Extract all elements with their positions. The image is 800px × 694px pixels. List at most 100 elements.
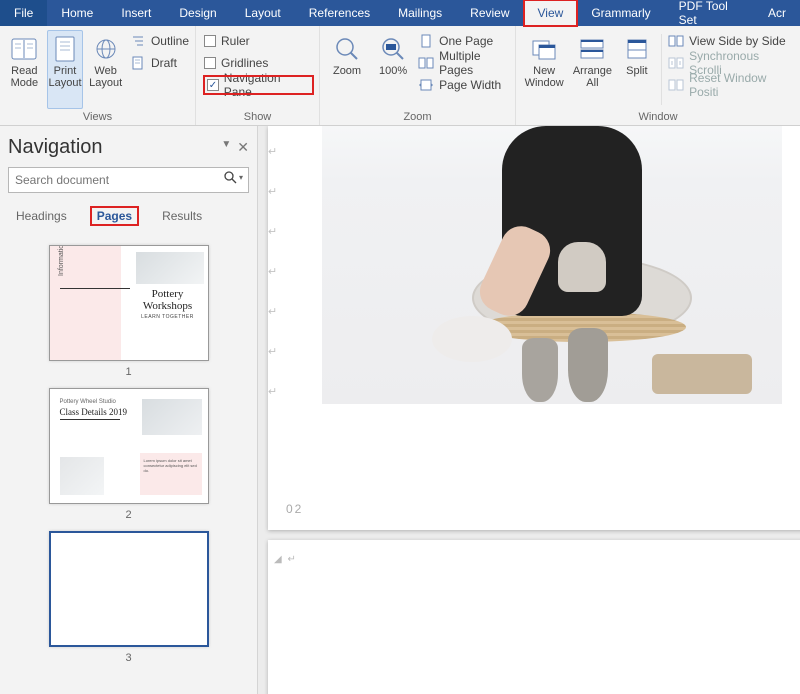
thumb1-title: Pottery Workshops [136,288,200,312]
outline-label: Outline [151,34,189,48]
ribbon: Read Mode Print Layout Web Layout [0,26,800,126]
thumb2-heading: Class Details 2019 [60,407,128,417]
thumb3-number: 3 [49,652,209,664]
thumbnail-page-2[interactable]: Pottery Wheel Studio Class Details 2019 … [49,388,209,521]
tab-review[interactable]: Review [456,0,523,26]
thumb1-number: 1 [49,366,209,378]
tab-grammarly[interactable]: Grammarly [577,0,664,26]
reset-window-position-button[interactable]: Reset Window Positi [668,76,794,94]
tab-home[interactable]: Home [47,0,107,26]
arrange-all-icon [578,35,606,63]
split-icon [623,35,651,63]
tab-design[interactable]: Design [165,0,230,26]
checkbox-icon [204,35,216,47]
document-page-1-lower: ↵↵↵↵↵↵↵ 02 [268,126,800,530]
paragraph-marks: ↵↵↵↵↵↵↵ [268,132,278,412]
multiple-pages-label: Multiple Pages [439,49,509,77]
tab-references[interactable]: References [295,0,384,26]
read-mode-button[interactable]: Read Mode [6,30,43,109]
zoom-label: Zoom [333,65,361,77]
group-show-label: Show [202,109,313,125]
tab-insert[interactable]: Insert [107,0,165,26]
outline-icon [130,34,146,48]
nav-tab-headings[interactable]: Headings [10,207,73,225]
group-show: Ruler Gridlines Navigation Pane Show [196,26,320,125]
print-layout-icon [51,35,79,63]
group-views-label: Views [6,109,189,125]
thumb1-info-label: Information [58,245,65,276]
print-layout-button[interactable]: Print Layout [47,30,84,109]
arrange-all-label: Arrange All [573,65,612,89]
thumb1-photo-placeholder [136,252,204,284]
read-mode-label: Read Mode [11,65,39,89]
page-width-button[interactable]: Page Width [418,76,509,94]
close-icon[interactable]: ✕ [237,139,249,156]
draft-label: Draft [151,56,177,70]
tab-layout[interactable]: Layout [231,0,295,26]
nav-tabs: Headings Pages Results [8,201,249,235]
page-number: 02 [286,502,303,516]
thumb2-body-text: Lorem ipsum dolor sit amet consectetur a… [144,458,198,473]
view-side-by-side-button[interactable]: View Side by Side [668,32,794,50]
thumbnail-page-1[interactable]: Information Pottery Workshops LEARN TOGE… [49,245,209,378]
gridlines-checkbox[interactable]: Gridlines [204,54,313,72]
navigation-pane-checkbox[interactable]: Navigation Pane [204,76,313,94]
page-width-label: Page Width [439,78,501,92]
page1-hero-photo [322,126,782,404]
pilcrow-icon: ↵ [282,554,296,565]
ruler-checkbox[interactable]: Ruler [204,32,313,50]
synchronous-scrolling-button[interactable]: Synchronous Scrolli [668,54,794,72]
new-window-icon [530,35,558,63]
group-views: Read Mode Print Layout Web Layout [0,26,196,125]
split-button[interactable]: Split [619,30,656,109]
group-window: New Window Arrange All Split [516,26,800,125]
ribbon-tab-strip: File Home Insert Design Layout Reference… [0,0,800,26]
thumb1-subtitle: LEARN TOGETHER [136,314,200,320]
navigation-pane-label: Navigation Pane [224,71,310,99]
multiple-pages-button[interactable]: Multiple Pages [418,54,509,72]
thumb2-photo-placeholder [60,457,104,495]
group-zoom: Zoom 100% One Page [320,26,516,125]
zoom-button[interactable]: Zoom [326,30,368,109]
search-input[interactable] [8,167,249,193]
reset-window-position-label: Reset Window Positi [689,71,794,99]
new-window-button[interactable]: New Window [522,30,566,109]
page-width-icon [418,78,434,92]
tab-acrobat-truncated[interactable]: Acr [754,0,800,26]
nav-tab-results[interactable]: Results [156,207,208,225]
new-window-label: New Window [525,65,564,89]
thumb2-overline: Pottery Wheel Studio [60,399,116,405]
ruler-label: Ruler [221,34,250,48]
one-page-label: One Page [439,34,493,48]
draft-icon [130,56,146,70]
section-mark-icon: ◢ [274,554,282,565]
split-label: Split [626,65,647,77]
nav-dropdown-icon[interactable]: ▼ [221,139,231,156]
arrange-all-button[interactable]: Arrange All [570,30,614,109]
outline-button[interactable]: Outline [130,32,189,50]
draft-button[interactable]: Draft [130,54,189,72]
document-page-2-top: ◢ ↵ [268,540,800,694]
web-layout-button[interactable]: Web Layout [87,30,124,109]
gridlines-label: Gridlines [221,56,268,70]
thumb2-photo-placeholder [142,399,202,435]
one-page-button[interactable]: One Page [418,32,509,50]
group-zoom-label: Zoom [326,109,509,125]
multiple-pages-icon [418,56,434,70]
main-area: Navigation ▼ ✕ ▾ Headings Pages Results … [0,126,800,694]
zoom-100-button[interactable]: 100% [372,30,414,109]
tab-file[interactable]: File [0,0,47,26]
print-layout-label: Print Layout [48,65,81,89]
nav-tab-pages[interactable]: Pages [91,207,138,225]
document-area[interactable]: ↵↵↵↵↵↵↵ 02 ◢ ↵ [258,126,800,694]
web-layout-icon [92,35,120,63]
group-window-label: Window [522,109,794,125]
search-icon[interactable]: ▾ [224,171,243,184]
magnifier-icon [333,35,361,63]
thumbnail-page-3[interactable]: 3 [49,531,209,664]
checkbox-icon [204,57,216,69]
tab-view[interactable]: View [524,0,578,26]
tab-pdf-tool-set[interactable]: PDF Tool Set [665,0,754,26]
one-page-icon [418,34,434,48]
tab-mailings[interactable]: Mailings [384,0,456,26]
